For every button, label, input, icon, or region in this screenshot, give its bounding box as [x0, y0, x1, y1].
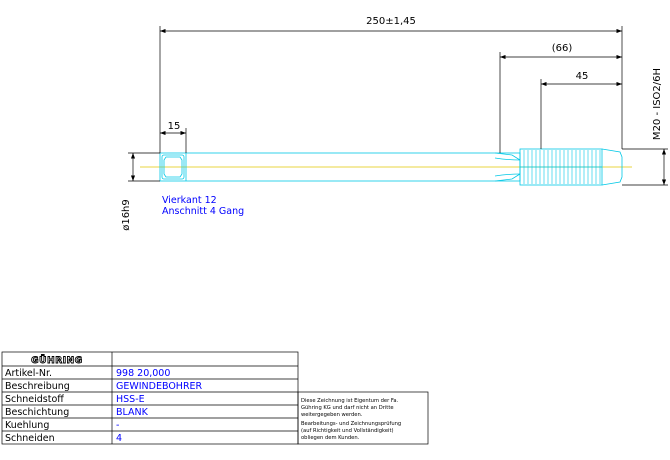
title-block-rows: Artikel-Nr. 998 20,000 Beschreibung GEWI… — [5, 368, 203, 444]
row-value-cooling: - — [116, 420, 119, 431]
length-45-dimension — [540, 79, 622, 149]
disclaimer-line: (auf Richtigkeit und Vollständigkeit) — [301, 428, 394, 434]
row-label-description: Beschreibung — [5, 381, 70, 392]
row-value-material: HSS-E — [116, 394, 145, 405]
row-label-material: Schneidstoff — [5, 394, 64, 405]
length-15-label: 15 — [168, 121, 181, 132]
length-66-dimension — [499, 52, 622, 153]
row-value-coating: BLANK — [116, 407, 149, 418]
row-label-flutes: Schneiden — [5, 433, 55, 444]
row-label-cooling: Kuehlung — [5, 420, 49, 431]
row-value-description: GEWINDEBOHRER — [116, 381, 203, 392]
disclaimer-line: obliegen dem Kunden. — [301, 435, 360, 441]
disclaimer-text: Diese Zeichnung ist Eigentum der Fa. Güh… — [301, 398, 401, 441]
disclaimer-line: Diese Zeichnung ist Eigentum der Fa. — [301, 398, 399, 404]
length-45-label: 45 — [576, 71, 589, 82]
row-value-article: 998 20,000 — [116, 368, 170, 379]
disclaimer-line: weitergegeben werden. — [301, 412, 363, 418]
technical-drawing: 250±1,45 (66) 45 15 M20 - ISO2/6H ø16h9 … — [1, 16, 668, 445]
row-label-coating: Beschichtung — [5, 407, 69, 418]
row-label-article: Artikel-Nr. — [5, 368, 52, 379]
disclaimer-line: Bearbeitungs- und Zeichnungsprüfung — [301, 421, 401, 427]
note-square: Vierkant 12 — [162, 195, 217, 206]
overall-length-label: 250±1,45 — [366, 16, 416, 27]
company-logo: GÜHRING — [31, 355, 83, 366]
thread-spec-label: M20 - ISO2/6H — [652, 68, 663, 140]
length-66-label: (66) — [552, 43, 573, 54]
row-value-flutes: 4 — [116, 433, 122, 444]
shank-diameter-label: ø16h9 — [121, 199, 132, 231]
note-chamfer: Anschnitt 4 Gang — [162, 206, 244, 217]
disclaimer-line: Gühring KG und darf nicht an Dritte — [301, 405, 394, 411]
